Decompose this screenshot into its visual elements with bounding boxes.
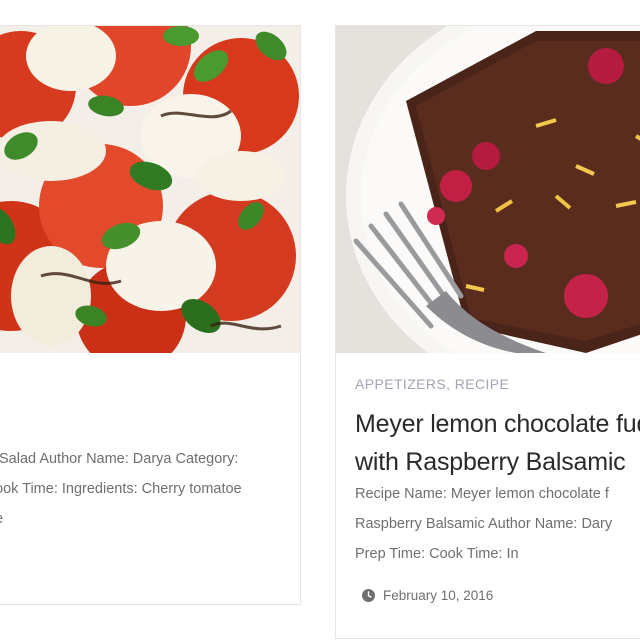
post-categories: APPETIZERS, RECIPE <box>355 376 509 392</box>
post-date-text[interactable]: February 10, 2016 <box>383 588 493 603</box>
post-title-line[interactable]: with Raspberry Balsamic <box>355 443 640 481</box>
excerpt-line: Salad Author Name: Darya Category: <box>0 451 239 467</box>
excerpt-line: e <box>0 504 242 534</box>
post-title[interactable]: Meyer lemon chocolate fud with Raspberry… <box>355 405 640 481</box>
post-date: February 10, 2016 <box>362 588 493 603</box>
caprese-salad-photo <box>0 26 300 353</box>
post-thumbnail-caprese[interactable] <box>0 26 300 353</box>
category-link-appetizers[interactable]: APPETIZERS <box>355 376 446 392</box>
excerpt-line: Prep Time: Cook Time: In <box>355 546 519 562</box>
clock-icon <box>362 589 375 602</box>
blog-post-grid: Salad Author Name: Darya Category: ook T… <box>0 0 640 640</box>
post-thumbnail-meyer-lemon[interactable] <box>336 26 640 353</box>
chocolate-fudge-photo <box>336 26 640 353</box>
excerpt-line: ook Time: Ingredients: Cherry tomatoe <box>0 481 242 497</box>
category-separator: , <box>446 376 451 392</box>
post-title-line[interactable]: Meyer lemon chocolate fud <box>355 405 640 443</box>
category-link-recipe[interactable]: RECIPE <box>455 376 510 392</box>
post-excerpt: Salad Author Name: Darya Category: ook T… <box>0 444 242 534</box>
excerpt-line: Raspberry Balsamic Author Name: Dary <box>355 516 613 532</box>
post-excerpt: Recipe Name: Meyer lemon chocolate f Ras… <box>355 479 612 569</box>
post-card-meyer-lemon: APPETIZERS, RECIPE Meyer lemon chocolate… <box>335 25 640 639</box>
excerpt-line: Recipe Name: Meyer lemon chocolate f <box>355 486 609 502</box>
post-card-caprese: Salad Author Name: Darya Category: ook T… <box>0 25 301 605</box>
